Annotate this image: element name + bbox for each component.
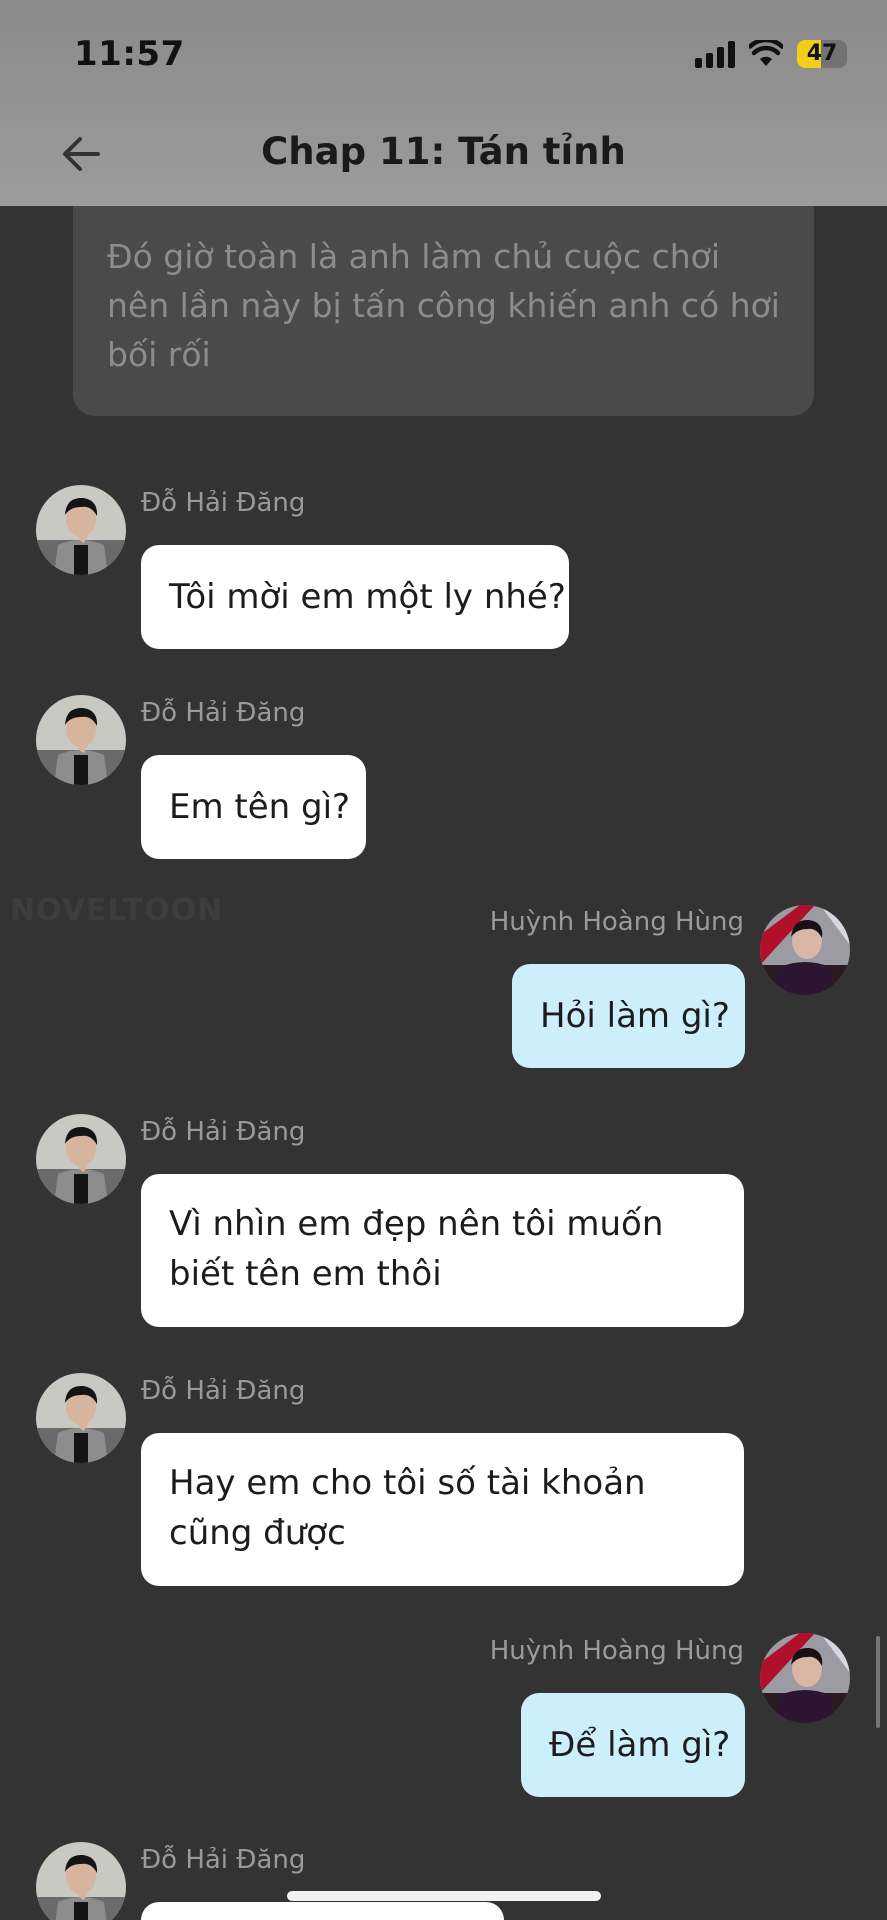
message-bubble: Hỏi làm gì? [512,964,745,1068]
avatar-do-hai-dang[interactable] [36,485,126,575]
message-bubble: Để làm gì? [521,1693,745,1797]
narration-text: Đó giờ toàn là anh làm chủ cuộc chơi nên… [107,237,780,374]
sender-name: Huỳnh Hoàng Hùng [489,1636,744,1666]
status-time: 11:57 [74,34,185,74]
chapter-title: Chap 11: Tán tỉnh [261,130,626,173]
avatar-do-hai-dang[interactable] [36,1373,126,1463]
message-bubble: Tôi mời em một ly nhé? [141,545,569,649]
wifi-icon [749,40,783,66]
avatar-do-hai-dang[interactable] [36,1842,126,1920]
sender-name: Đỗ Hải Đăng [141,698,306,728]
signal-icon [695,40,735,68]
chat-screen: Đó giờ toàn là anh làm chủ cuộc chơi nên… [0,0,887,1920]
avatar-huynh-hoang-hung[interactable] [760,905,850,995]
home-indicator[interactable] [287,1891,601,1901]
battery-level: 47 [806,41,838,66]
status-icons: 47 [695,40,847,68]
sender-name: Đỗ Hải Đăng [141,488,306,518]
sender-name: Đỗ Hải Đăng [141,1845,306,1875]
message-bubble: Em tên gì? [141,755,366,859]
noveltoon-watermark: NOVELTOON [10,893,224,928]
narration-box: Đó giờ toàn là anh làm chủ cuộc chơi nên… [73,200,814,416]
avatar-do-hai-dang[interactable] [36,1114,126,1204]
top-bar: 11:57 47 Chap 11: Tán tỉnh [0,0,887,206]
message-bubble: Vì nhìn em đẹp nên tôi muốn biết tên em … [141,1174,744,1327]
battery-icon: 47 [797,40,847,68]
sender-name: Đỗ Hải Đăng [141,1117,306,1147]
sender-name: Đỗ Hải Đăng [141,1376,306,1406]
avatar-huynh-hoang-hung[interactable] [760,1633,850,1723]
message-bubble: Hay em cho tôi số tài khoản cũng được [141,1433,744,1586]
sender-name: Huỳnh Hoàng Hùng [489,907,744,937]
message-bubble [141,1902,504,1920]
avatar-do-hai-dang[interactable] [36,695,126,785]
scrollbar[interactable] [876,1636,880,1728]
